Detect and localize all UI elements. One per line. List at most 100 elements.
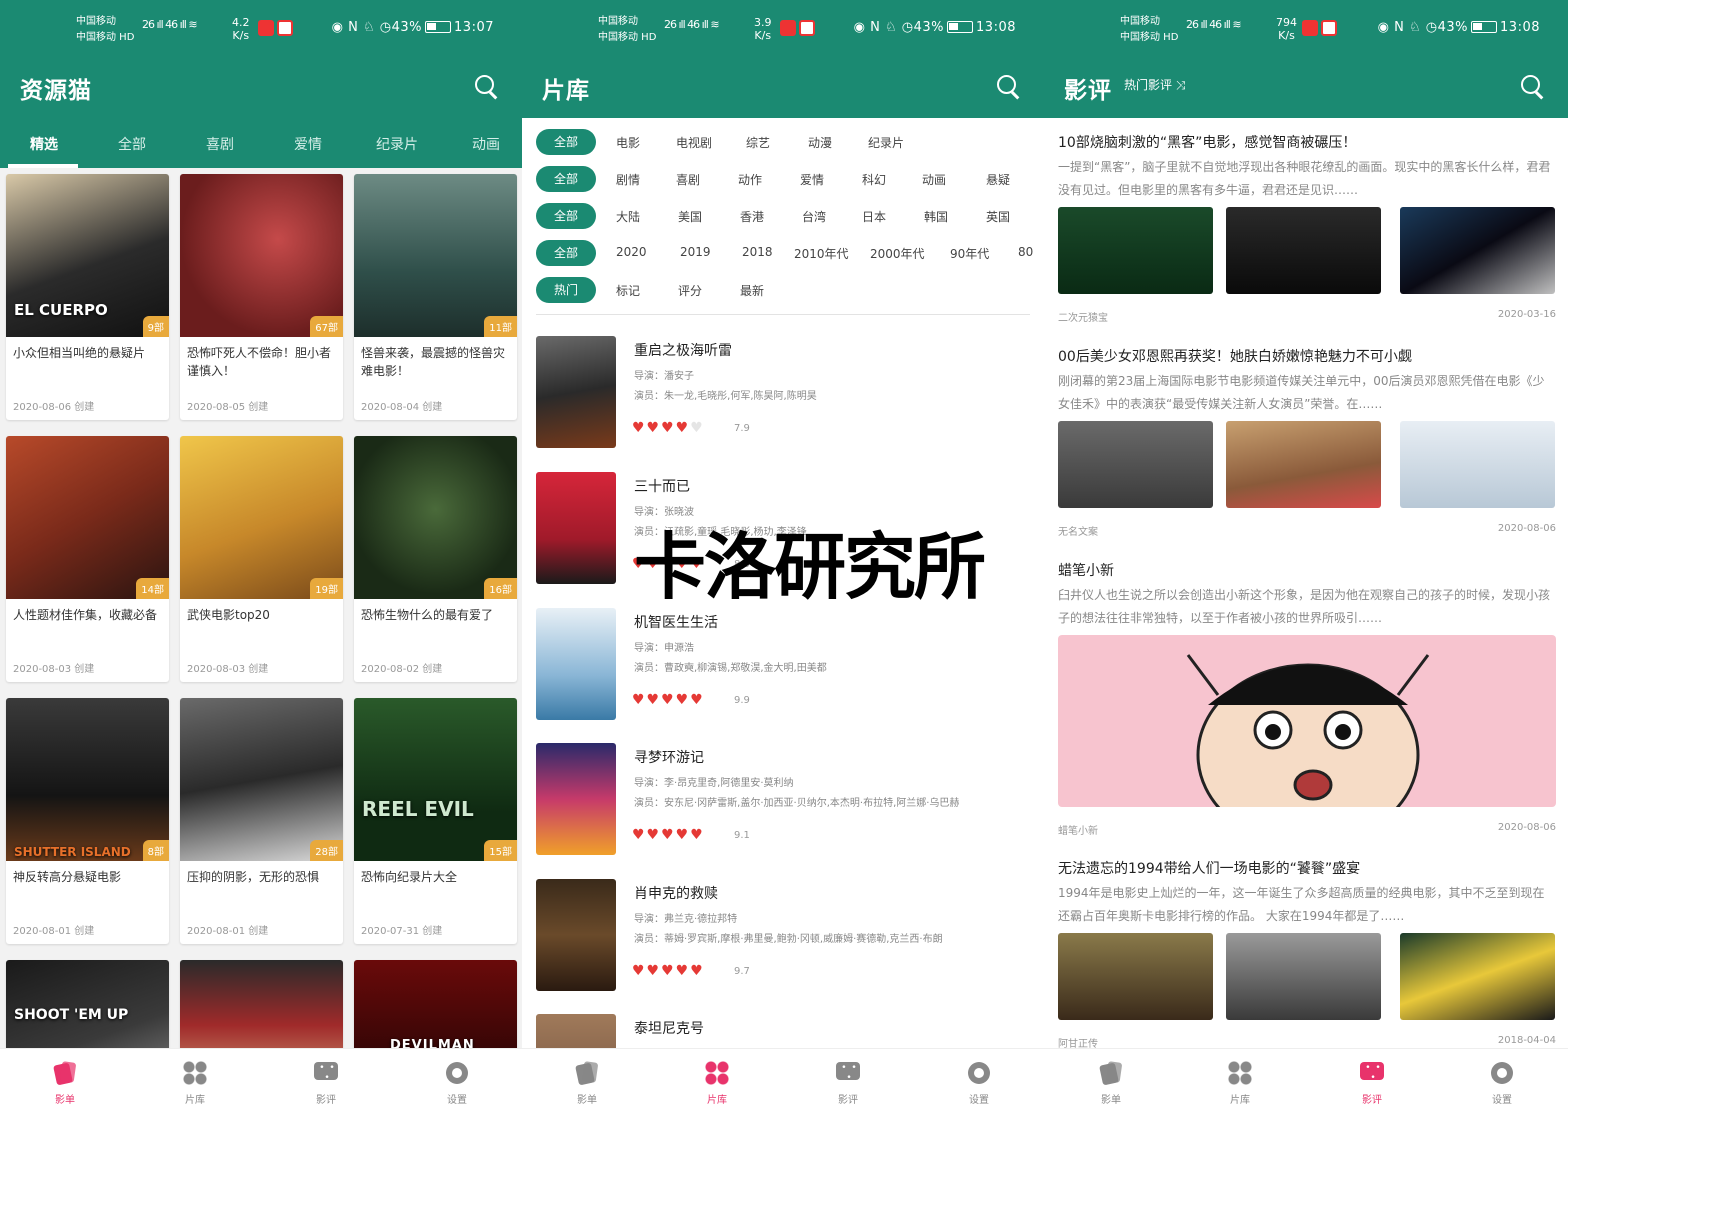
carrier-1: 中国移动	[76, 16, 116, 27]
filter-option[interactable]: 纪录片	[868, 134, 904, 151]
filter-option[interactable]: 评分	[678, 282, 702, 299]
filter-option[interactable]: 综艺	[746, 134, 770, 151]
filter-option[interactable]: 2010年代	[794, 245, 849, 262]
filter-row-year: 全部 2020 2019 2018 2010年代 2000年代 90年代 80	[536, 240, 1036, 266]
filter-chip[interactable]: 全部	[536, 203, 596, 229]
carrier-2: 中国移动 HD	[598, 32, 657, 43]
filter-option[interactable]: 90年代	[950, 245, 989, 262]
tab-featured[interactable]: 精选	[30, 134, 58, 154]
shuffle-icon: ⤨	[1175, 78, 1186, 92]
article-title: 10部烧脑刺激的“黑客”电影，感觉智商被碾压！	[1058, 135, 1357, 151]
collection-card[interactable]: REEL EVIL 15部 恐怖向纪录片大全 2020-07-31 创建	[354, 698, 517, 944]
filter-option[interactable]: 动画	[922, 171, 946, 188]
collection-card[interactable]: 28部 压抑的阴影，无形的恐惧 2020-08-01 创建	[180, 698, 343, 944]
nav-settings[interactable]: 设置	[427, 1061, 487, 1106]
app-badge-icon	[1321, 20, 1337, 36]
nav-settings[interactable]: 设置	[949, 1061, 1009, 1106]
filter-chip[interactable]: 全部	[536, 240, 596, 266]
filter-chip[interactable]: 热门	[536, 277, 596, 303]
sort-toggle[interactable]: 热门影评 ⤨	[1124, 76, 1185, 93]
movie-title: 泰坦尼克号	[634, 1021, 704, 1037]
battery-icon	[425, 21, 452, 33]
nav-reviews[interactable]: 影评	[1342, 1061, 1402, 1106]
nav-library[interactable]: 片库	[1210, 1061, 1270, 1106]
movie-row[interactable]: 重启之极海听雷 导演：潘安子 演员：朱一龙,毛晓彤,何军,陈昊阿,陈明昊 ♥♥♥…	[536, 336, 1036, 448]
nav-reviews[interactable]: 影评	[296, 1061, 356, 1106]
filter-option[interactable]: 动作	[738, 171, 762, 188]
filter-option[interactable]: 电影	[616, 134, 640, 151]
nav-collections[interactable]: 影单	[1081, 1061, 1141, 1106]
article-date: 2018-04-04	[1497, 1035, 1556, 1046]
collection-card[interactable]: 67部 恐怖吓死人不偿命！胆小者谨慎入！ 2020-08-05 创建	[180, 174, 343, 420]
filter-option[interactable]: 香港	[740, 208, 764, 225]
filter-option[interactable]: 标记	[616, 282, 640, 299]
filter-option[interactable]: 科幻	[862, 171, 886, 188]
collection-card[interactable]: 16部 恐怖生物什么的最有爱了 2020-08-02 创建	[354, 436, 517, 682]
collection-card[interactable]: 14部 人性题材佳作集，收藏必备 2020-08-03 创建	[6, 436, 169, 682]
filter-option[interactable]: 2000年代	[870, 245, 925, 262]
filter-option[interactable]: 80	[1018, 245, 1033, 259]
nav-library[interactable]: 片库	[687, 1061, 747, 1106]
filter-row-region: 全部 大陆 美国 香港 台湾 日本 韩国 英国	[536, 203, 1036, 229]
filter-chip[interactable]: 全部	[536, 129, 596, 155]
tab-animation[interactable]: 动画	[472, 134, 500, 154]
movie-row[interactable]: 机智医生生活 导演：申源浩 演员：曹政奭,柳演锡,郑敬淏,金大明,田美都 ♥♥♥…	[536, 608, 1036, 720]
tab-comedy[interactable]: 喜剧	[206, 134, 234, 154]
filter-option[interactable]: 美国	[678, 208, 702, 225]
article-desc: 一提到“黑客”，脑子里就不自觉地浮现出各种眼花缭乱的画面。现实中的黑客长什么样，…	[1058, 160, 1551, 197]
collection-card[interactable]: 11部 怪兽来袭，最震撼的怪兽灾难电影！ 2020-08-04 创建	[354, 174, 517, 420]
nav-reviews[interactable]: 影评	[818, 1061, 878, 1106]
net-speed: 4.2	[232, 16, 250, 29]
nav-collections[interactable]: 影单	[557, 1061, 617, 1106]
collection-card[interactable]: SHUTTER ISLAND 8部 神反转高分悬疑电影 2020-08-01 创建	[6, 698, 169, 944]
bottom-nav: 影单 片库 影评 设置	[0, 1048, 522, 1117]
movie-score: 9.7	[734, 966, 750, 977]
filter-option[interactable]: 剧情	[616, 171, 640, 188]
filter-option[interactable]: 大陆	[616, 208, 640, 225]
filter-option[interactable]: 韩国	[924, 208, 948, 225]
filter-option[interactable]: 动漫	[808, 134, 832, 151]
filter-option[interactable]: 悬疑	[986, 171, 1010, 188]
count-badge: 9部	[142, 316, 169, 337]
movie-row[interactable]: 肖申克的救赎 导演：弗兰克·德拉邦特 演员：蒂姆·罗宾斯,摩根·弗里曼,鲍勃·冈…	[536, 879, 1036, 991]
grid-icon	[183, 1061, 207, 1085]
filter-option[interactable]: 爱情	[800, 171, 824, 188]
movie-row[interactable]: 寻梦环游记 导演：李·昂克里奇,阿德里安·莫利纳 演员：安东尼·冈萨雷斯,盖尔·…	[536, 743, 1036, 855]
filter-option[interactable]: 2019	[680, 245, 711, 259]
category-tabs: 精选 全部 喜剧 爱情 纪录片 动画	[0, 118, 522, 168]
collection-card[interactable]: EL CUERPO 9部 小众但相当叫绝的悬疑片 2020-08-06 创建	[6, 174, 169, 420]
tab-documentary[interactable]: 纪录片	[376, 134, 418, 154]
nav-library[interactable]: 片库	[165, 1061, 225, 1106]
book-icon	[1099, 1061, 1123, 1085]
status-bar: 中国移动 中国移动 HD 26 ıll 46 ıll ≋ 3.9 K/s ◉ N ♘…	[522, 0, 1044, 60]
filter-option[interactable]: 电视剧	[676, 134, 712, 151]
filter-option[interactable]: 喜剧	[676, 171, 700, 188]
card-date: 2020-08-03 创建	[13, 664, 95, 675]
app-badge-icon	[780, 20, 796, 36]
card-title: 恐怖生物什么的最有爱了	[361, 608, 494, 622]
net-speed-unit: K/s	[232, 29, 250, 42]
poster-image: 19部	[180, 436, 343, 599]
article-title: 无法遗忘的1994带给人们一场电影的“饕餮”盛宴	[1058, 861, 1361, 877]
carrier-1: 中国移动	[598, 16, 638, 27]
article-author: 二次元猿宝	[1058, 313, 1108, 324]
search-icon[interactable]	[996, 74, 1022, 100]
nav-settings[interactable]: 设置	[1472, 1061, 1532, 1106]
search-icon[interactable]	[474, 74, 500, 100]
card-title: 怪兽来袭，最震撼的怪兽灾难电影！	[361, 346, 506, 378]
tab-all[interactable]: 全部	[118, 134, 146, 154]
filter-option[interactable]: 2018	[742, 245, 773, 259]
collection-card[interactable]: 19部 武侠电影top20 2020-08-03 创建	[180, 436, 343, 682]
filter-option[interactable]: 日本	[862, 208, 886, 225]
filter-chip[interactable]: 全部	[536, 166, 596, 192]
card-date: 2020-08-01 创建	[187, 926, 269, 937]
filter-option[interactable]: 英国	[986, 208, 1010, 225]
search-icon[interactable]	[1520, 74, 1546, 100]
movie-title: 三十而已	[634, 479, 690, 495]
filter-option[interactable]: 最新	[740, 282, 764, 299]
filter-option[interactable]: 台湾	[802, 208, 826, 225]
nav-collections[interactable]: 影单	[35, 1061, 95, 1106]
filter-option[interactable]: 2020	[616, 245, 647, 259]
tab-romance[interactable]: 爱情	[294, 134, 322, 154]
card-date: 2020-07-31 创建	[361, 926, 443, 937]
